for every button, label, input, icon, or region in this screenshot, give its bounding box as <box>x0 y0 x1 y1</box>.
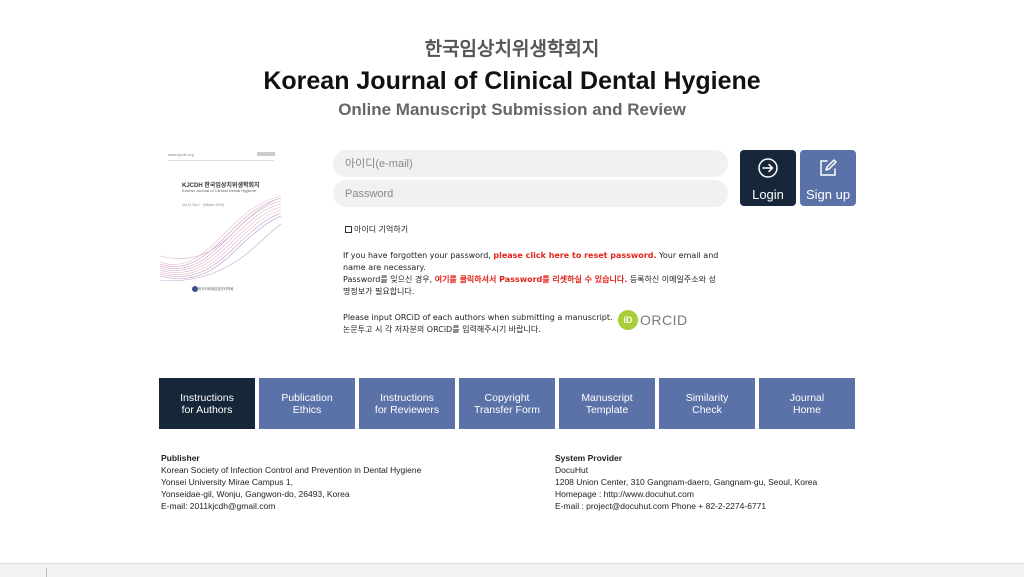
forgot-password-notice-ko: Password를 잊으신 경우, 여기를 클릭하셔서 Password를 리셋… <box>343 274 723 298</box>
remember-id-checkbox[interactable]: 아이디 기억하기 <box>345 224 408 235</box>
publisher-email: E-mail: 2011kjcdh@gmail.com <box>161 501 276 511</box>
provider-line: DocuHut <box>555 465 589 475</box>
nav-copyright-transfer-form[interactable]: Copyright Transfer Form <box>459 378 555 429</box>
nav-manuscript-template[interactable]: Manuscript Template <box>559 378 655 429</box>
cover-subtitle: Korean Journal of Clinical Dental Hygien… <box>182 188 257 193</box>
nav-label: Manuscript <box>581 391 633 404</box>
nav-label: for Reviewers <box>374 403 440 416</box>
nav-journal-home[interactable]: Journal Home <box>759 378 855 429</box>
orcid-id-icon: iD <box>618 310 638 330</box>
journal-title-english: Korean Journal of Clinical Dental Hygien… <box>263 67 761 95</box>
page-subtitle: Online Manuscript Submission and Review <box>338 100 686 119</box>
login-button[interactable]: Login <box>740 150 796 206</box>
signup-button[interactable]: Sign up <box>800 150 856 206</box>
forgot-password-notice-en: If you have forgotten your password, ple… <box>343 250 723 274</box>
journal-cover-image: www.kjcdh.org KJCDH 한국임상치위생학회지 Korean Jo… <box>160 148 281 300</box>
reset-password-link-en[interactable]: please click here to reset password. <box>493 251 656 260</box>
provider-line: 1208 Union Center, 310 Gangnam-daero, Ga… <box>555 477 818 487</box>
password-input[interactable] <box>333 180 728 207</box>
orcid-logo[interactable]: iD ORCID <box>618 310 688 330</box>
nav-label: Journal <box>789 391 825 404</box>
publisher-title: Publisher <box>161 453 200 463</box>
nav-label: Similarity <box>685 391 729 404</box>
cover-divider <box>168 160 274 161</box>
cover-url: www.kjcdh.org <box>168 152 194 157</box>
login-arrow-icon <box>758 158 778 178</box>
publisher-line: Yonseidae-gil, Wonju, Gangwon-do, 26493,… <box>161 489 350 499</box>
id-email-input[interactable] <box>333 150 728 177</box>
nav-instructions-for-authors[interactable]: Instructions for Authors <box>159 378 255 429</box>
nav-label: Instructions <box>380 391 434 404</box>
nav-label: for Authors <box>181 403 233 416</box>
checkbox-box[interactable] <box>345 226 352 233</box>
footer-publisher: Publisher Korean Society of Infection Co… <box>161 452 421 512</box>
notice-text: Password를 잊으신 경우, <box>343 275 435 284</box>
nav-publication-ethics[interactable]: Publication Ethics <box>259 378 355 429</box>
footer-system-provider: System Provider DocuHut 1208 Union Cente… <box>555 452 817 512</box>
nav-similarity-check[interactable]: Similarity Check <box>659 378 755 429</box>
publisher-line: Yonsei University Mirae Campus 1, <box>161 477 293 487</box>
nav-label: Copyright <box>484 391 530 404</box>
provider-homepage: Homepage : http://www.docuhut.com <box>555 489 694 499</box>
publisher-line: Korean Society of Infection Control and … <box>161 465 422 475</box>
page-header: 한국임상치위생학회지 Korean Journal of Clinical De… <box>0 30 1024 120</box>
provider-title: System Provider <box>555 453 623 463</box>
nav-label: Instructions <box>180 391 234 404</box>
login-label: Login <box>752 187 784 202</box>
nav-label: Publication <box>281 391 333 404</box>
provider-contact: E-mail : project@docuhut.com Phone + 82-… <box>555 501 767 511</box>
signup-label: Sign up <box>805 187 851 202</box>
nav-label: Template <box>585 403 629 416</box>
journal-title-korean: 한국임상치위생학회지 <box>424 38 600 60</box>
nav-label: Check <box>692 403 722 416</box>
cover-wave-graphic <box>160 196 281 281</box>
nav-label: Transfer Form <box>473 403 541 416</box>
nav-instructions-for-reviewers[interactable]: Instructions for Reviewers <box>359 378 455 429</box>
remember-id-label: 아이디 기억하기 <box>354 225 409 234</box>
cover-society-name: 한국치위생감염관리학회 <box>198 287 234 291</box>
nav-label: Ethics <box>292 403 322 416</box>
orcid-logo-text: ORCID <box>640 312 688 328</box>
browser-status-bar <box>0 563 1024 577</box>
notice-text: If you have forgotten your password, <box>343 251 494 260</box>
main-nav: Instructions for Authors Publication Ethic… <box>159 378 855 429</box>
cover-decor-bar <box>257 152 275 156</box>
pencil-edit-icon <box>820 159 837 176</box>
reset-password-link-ko[interactable]: 여기를 클릭하셔서 Password를 리셋하실 수 있습니다. <box>435 275 628 284</box>
nav-label: Home <box>792 403 821 416</box>
